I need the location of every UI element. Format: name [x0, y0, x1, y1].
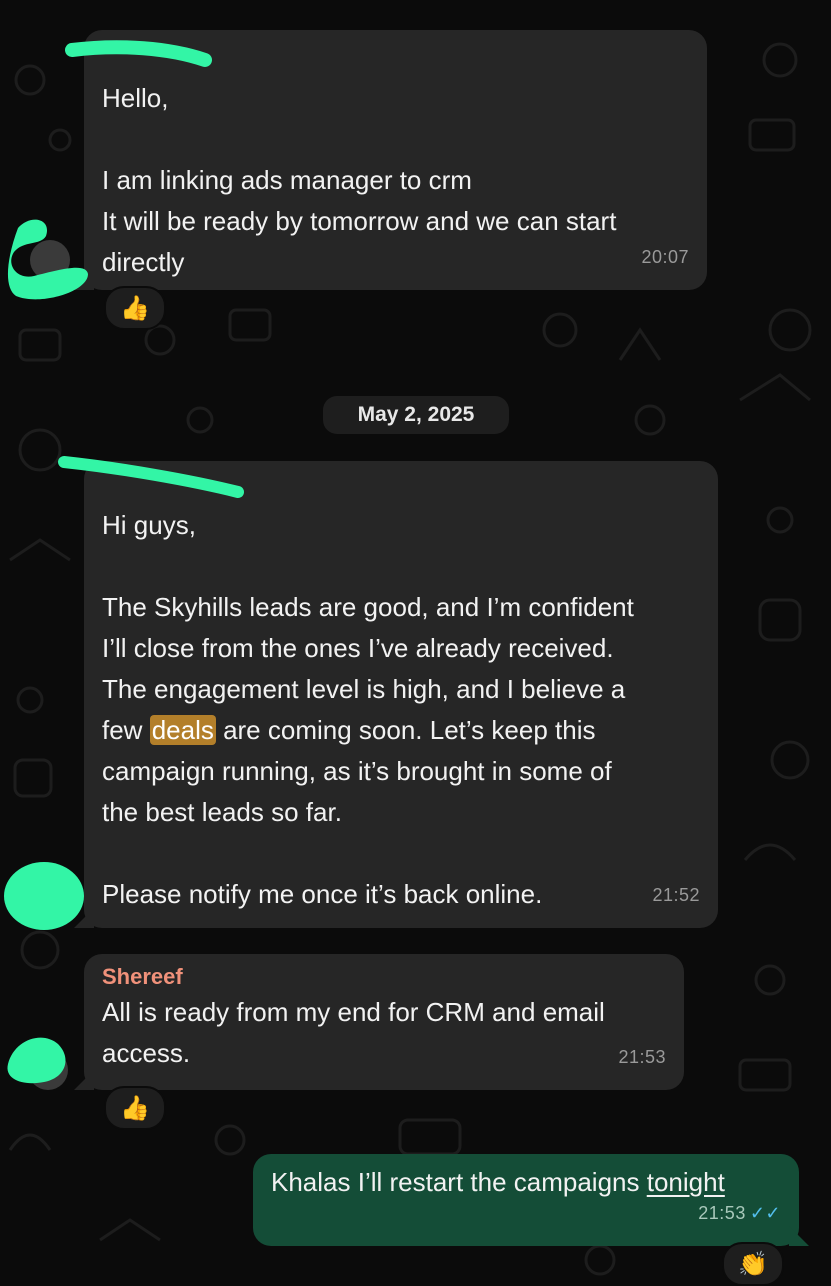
- redaction-scribble: [4, 40, 244, 1084]
